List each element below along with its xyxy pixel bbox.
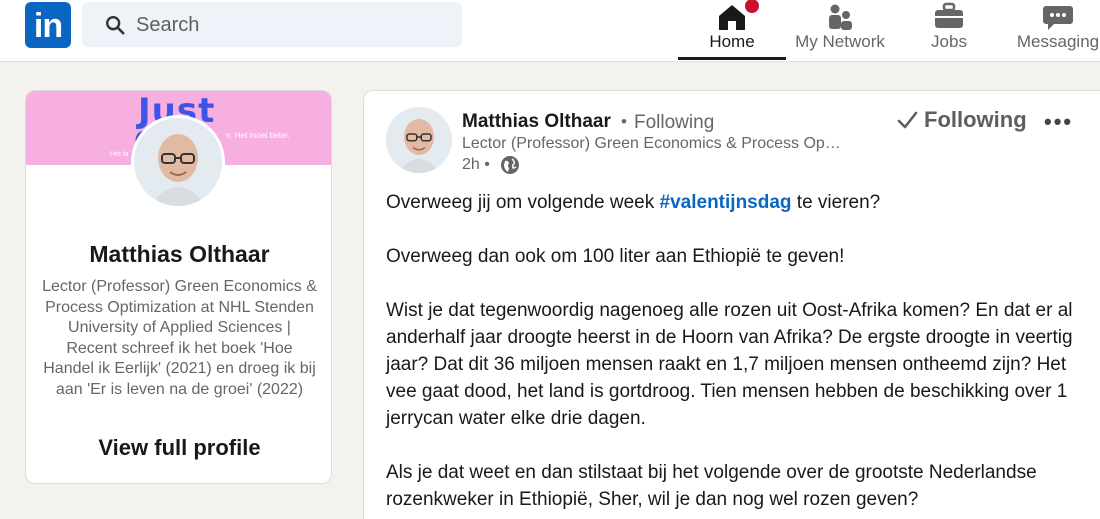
profile-avatar[interactable] [131,115,225,209]
notification-badge [742,0,762,16]
nav-home[interactable]: Home [678,0,786,60]
profile-headline: Lector (Professor) Green Economics & Pro… [42,278,317,398]
following-button[interactable]: Following [896,107,1027,133]
more-options-icon[interactable]: ••• [1044,109,1073,135]
banner-small-text-left: Het la [110,151,129,158]
profile-card: Just gh Het la n. Het moet beter. Matthi… [25,90,332,484]
feed-post: Matthias Olthaar • Following Lector (Pro… [363,90,1100,519]
globe-icon [501,156,519,174]
messaging-icon [1043,6,1073,30]
following-status: Following [634,112,715,133]
search-bar[interactable] [82,2,462,47]
nav-messaging-label: Messaging [1016,32,1100,51]
post-body: Overweeg jij om volgende week #valentijn… [386,189,1086,519]
nav-jobs[interactable]: Jobs [900,0,998,60]
hashtag-link[interactable]: #valentijnsdag [660,192,792,213]
checkmark-icon [897,111,918,129]
post-text: Overweeg jij om volgende week [386,192,660,213]
nav-my-network[interactable]: My Network [788,0,892,60]
nav-my-network-label: My Network [795,32,885,51]
post-paragraph: Wist je dat tegenwoordig nagenoeg alle r… [386,300,1073,429]
search-icon [106,16,125,35]
banner-small-text-right: n. Het moet beter. [226,131,290,140]
jobs-icon [935,2,963,28]
top-navigation: in Home My Network Jobs [0,0,1100,62]
nav-jobs-label: Jobs [931,32,967,51]
network-icon [829,4,852,30]
post-author-avatar[interactable] [386,107,452,173]
post-paragraph: Overweeg dan ook om 100 liter aan Ethiop… [386,246,845,267]
post-author-name[interactable]: Matthias Olthaar [462,111,611,133]
post-paragraph: Overweeg jij om volgende week #valentijn… [386,189,1086,216]
view-full-profile-link[interactable]: View full profile [26,435,331,461]
person-avatar-icon [386,107,452,173]
separator-dot: • [621,112,627,131]
nav-home-label: Home [709,32,755,51]
post-text: te vieren? [791,192,881,213]
post-paragraph: Als je dat weet en dan stilstaat bij het… [386,462,1037,510]
nav-messaging[interactable]: Messaging [1008,0,1100,60]
post-author-headline: Lector (Professor) Green Economics & Pro… [462,135,841,152]
following-button-label: Following [924,107,1027,132]
profile-name[interactable]: Matthias Olthaar [26,241,331,268]
search-input[interactable] [136,10,436,40]
linkedin-logo[interactable]: in [25,2,71,48]
post-timestamp: 2h • [462,156,490,173]
person-avatar-icon [134,118,222,206]
